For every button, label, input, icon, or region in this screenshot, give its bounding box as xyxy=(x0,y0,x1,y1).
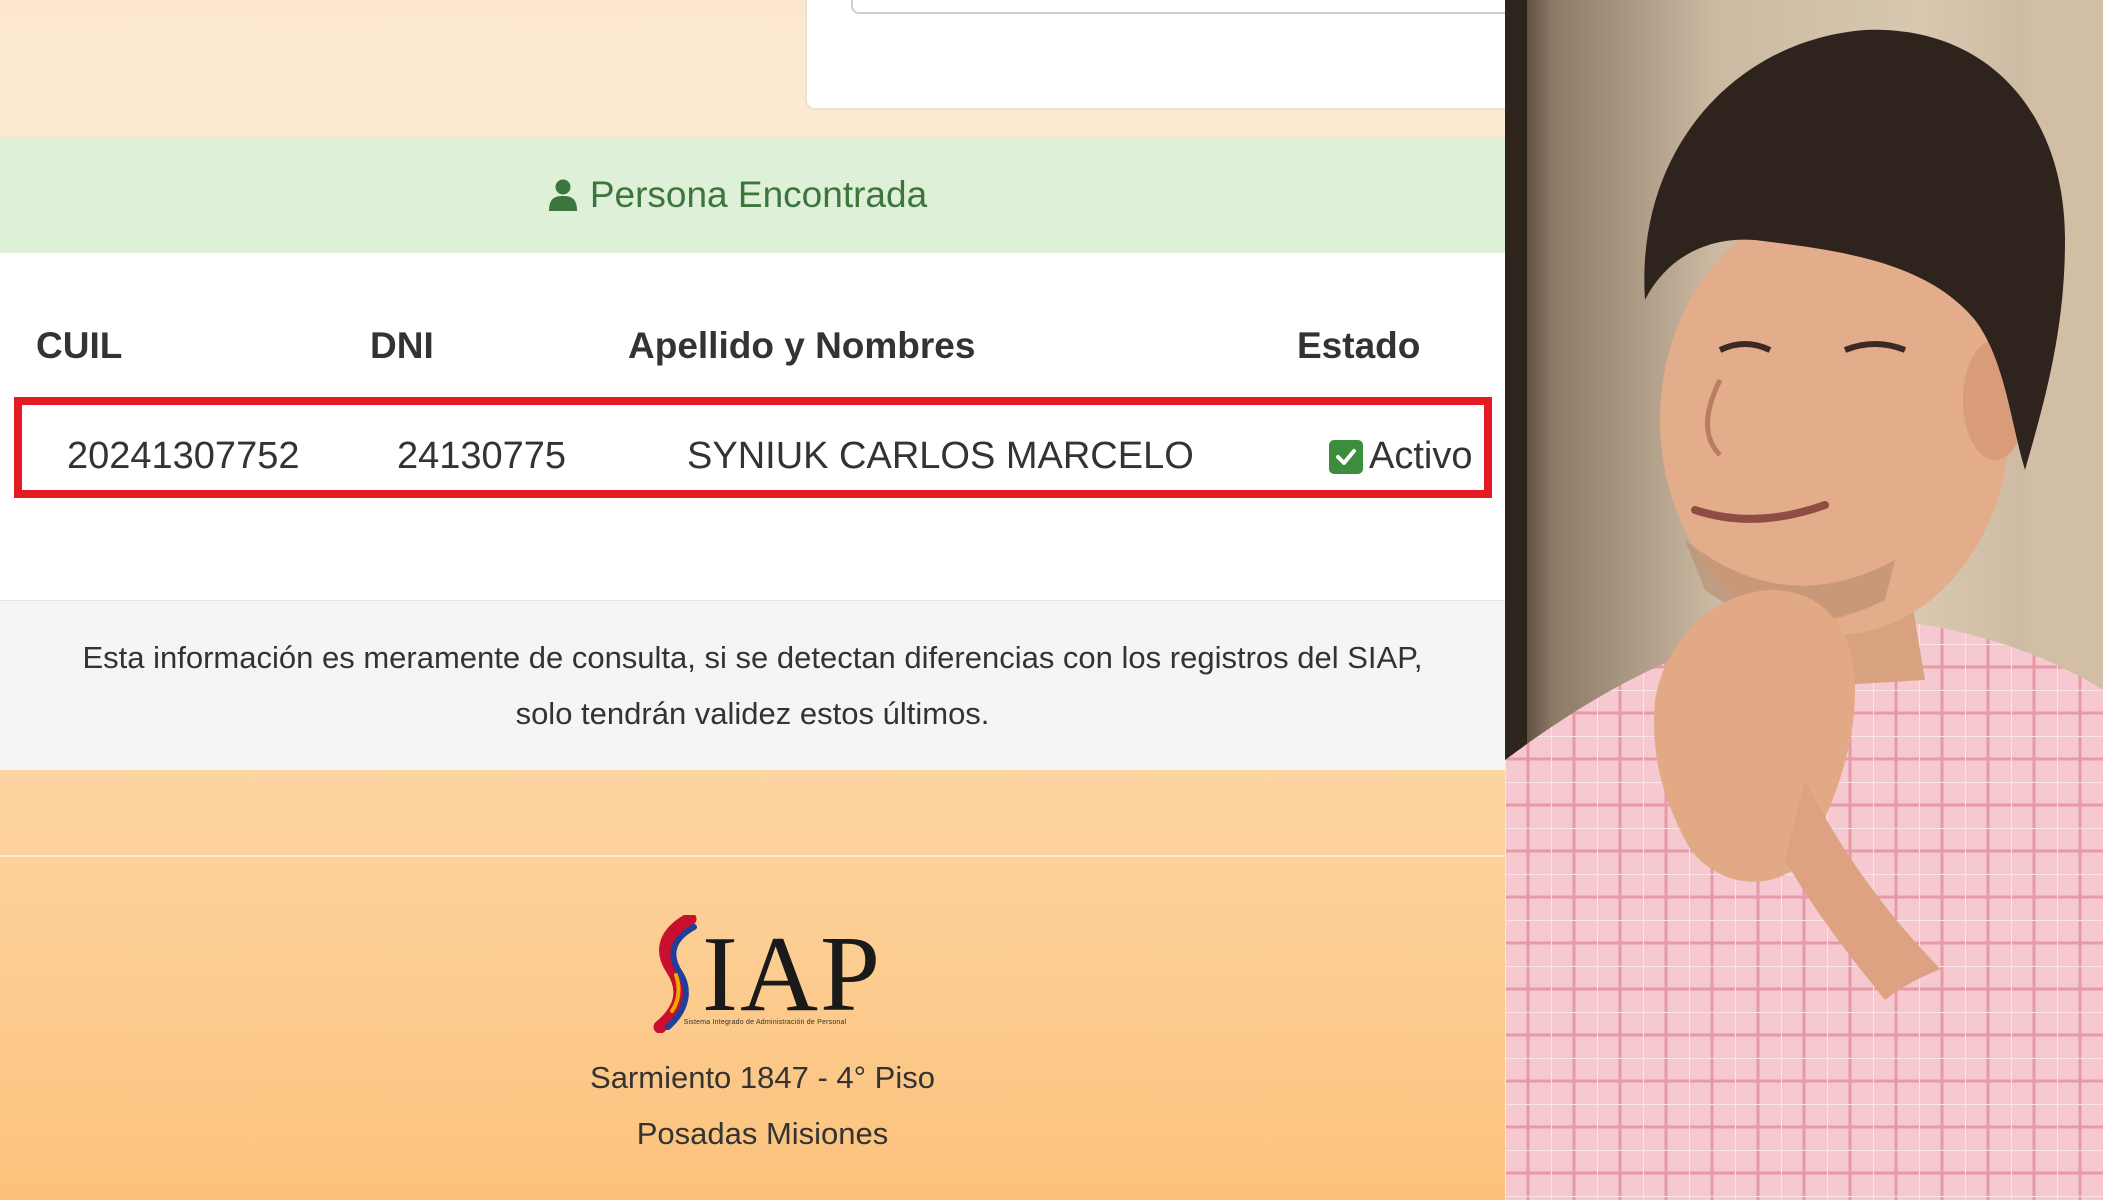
result-table: CUIL DNI Apellido y Nombres Estado 20241… xyxy=(0,253,1505,600)
user-icon xyxy=(548,179,577,211)
search-card xyxy=(805,0,1505,110)
address-line-1: Sarmiento 1847 - 4° Piso xyxy=(590,1060,935,1095)
result-banner-text: Persona Encontrada xyxy=(589,174,928,215)
header-nombre: Apellido y Nombres xyxy=(628,325,976,366)
disclaimer: Esta información es meramente de consult… xyxy=(0,600,1505,771)
siap-logo-subtitle: Sistema Integrado de Administración de P… xyxy=(683,1019,847,1026)
portrait-illustration xyxy=(1505,0,2103,1200)
status-badge: Activo xyxy=(1369,435,1473,477)
footer: IAP Sistema Integrado de Administración … xyxy=(0,770,1505,1200)
check-square-icon xyxy=(1329,439,1363,474)
cell-estado: Activo xyxy=(1329,435,1472,478)
footer-divider xyxy=(0,855,1505,857)
address-line-2: Posadas Misiones xyxy=(636,1116,889,1151)
siap-logo-s-mark xyxy=(653,915,697,1033)
siap-logo: IAP Sistema Integrado de Administración … xyxy=(650,915,880,1040)
siap-query-page: Persona Encontrada CUIL DNI Apellido y N… xyxy=(0,0,1505,1200)
cell-dni: 24130775 xyxy=(397,435,567,477)
table-row[interactable]: 20241307752 24130775 SYNIUK CARLOS MARCE… xyxy=(14,397,1492,498)
disclaimer-line-1: Esta información es meramente de consult… xyxy=(82,640,1423,675)
header-estado: Estado xyxy=(1297,325,1421,366)
portrait-photo xyxy=(1505,0,2103,1200)
cell-nombre: SYNIUK CARLOS MARCELO xyxy=(687,435,1194,477)
header-cuil: CUIL xyxy=(36,325,123,366)
siap-logo-text: IAP xyxy=(702,915,883,1034)
header-dni: DNI xyxy=(370,325,434,366)
result-banner: Persona Encontrada xyxy=(0,137,1505,253)
search-input[interactable] xyxy=(851,0,1505,14)
disclaimer-line-2: solo tendrán validez estos últimos. xyxy=(515,696,990,731)
cell-cuil: 20241307752 xyxy=(67,435,300,477)
